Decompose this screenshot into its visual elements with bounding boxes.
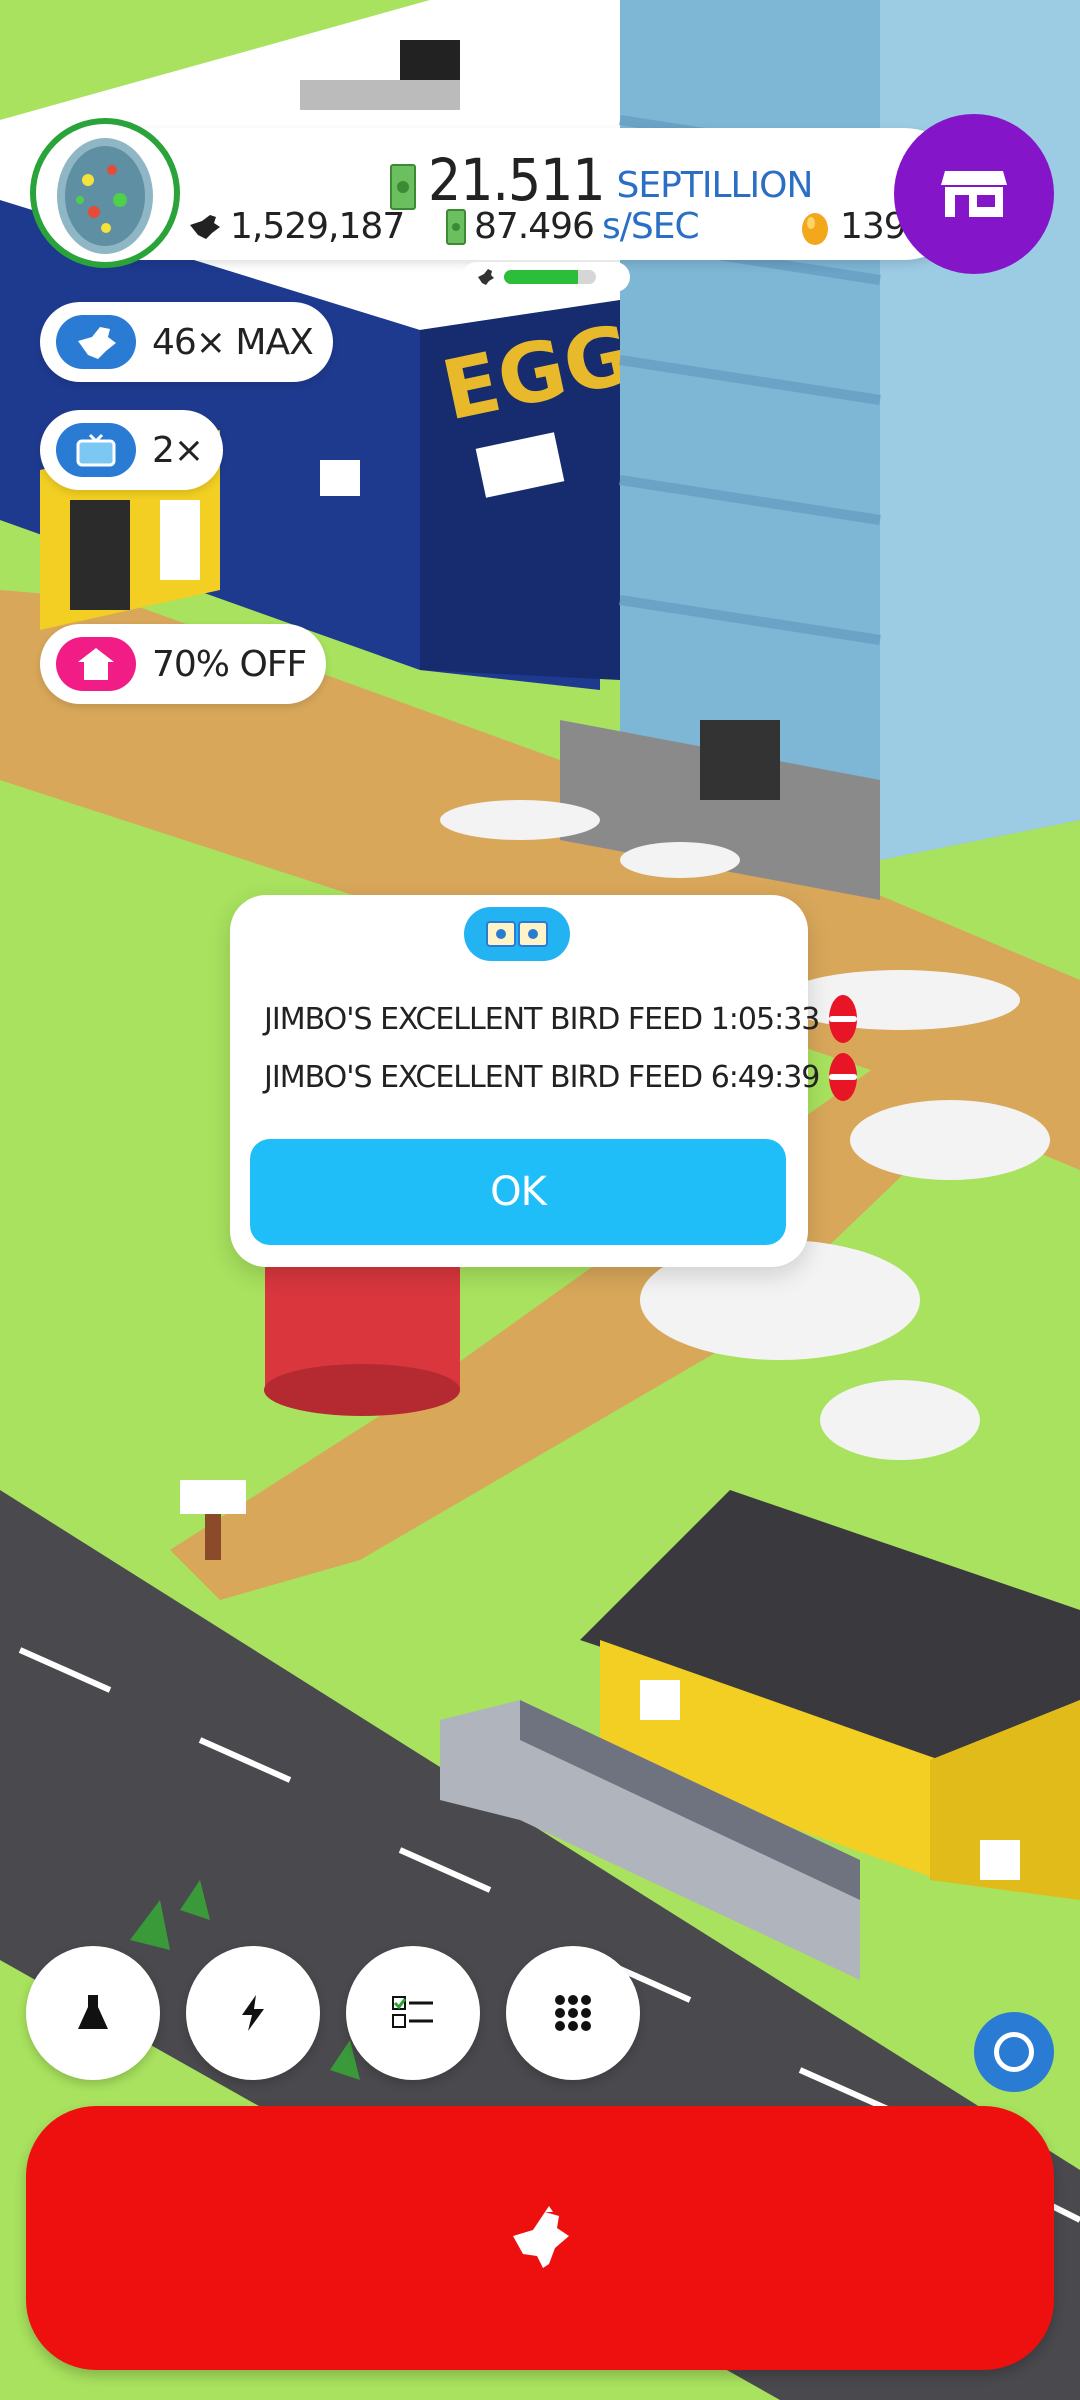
menu-button[interactable] — [506, 1946, 640, 2080]
hab-capacity — [462, 262, 630, 292]
boost-row: JIMBO'S EXCELLENT BIRD FEED 6:49:39 — [254, 1049, 858, 1105]
ok-button[interactable]: OK — [250, 1139, 786, 1245]
tickets-icon — [486, 921, 548, 947]
money-display: 21.511 SEPTILLION — [390, 140, 814, 214]
chicken-icon — [513, 2206, 569, 2268]
shop-button[interactable] — [894, 114, 1054, 274]
chicken-count: 1,529,187 — [186, 206, 405, 247]
chicken-multiplier-pill[interactable]: 46× MAX — [40, 302, 333, 382]
grid-icon — [555, 1995, 591, 2031]
boosts-button[interactable] — [186, 1946, 320, 2080]
egg-icon — [57, 138, 153, 254]
golden-egg-icon — [802, 212, 828, 245]
tv-icon — [76, 433, 116, 467]
discount-pill[interactable]: 70% OFF — [40, 624, 327, 704]
boosts-header-badge — [464, 907, 570, 961]
money-unit: SEPTILLION — [616, 165, 814, 206]
checklist-icon — [392, 1996, 433, 2028]
cash-icon — [446, 208, 466, 245]
discount-badge — [56, 637, 136, 691]
earning-rate-value: 87.496 — [474, 206, 595, 247]
video-multiplier-label: 2× — [152, 429, 204, 471]
boost-label: JIMBO'S EXCELLENT BIRD FEED 1:05:33 — [264, 1001, 820, 1037]
earning-rate-unit: s/SEC — [601, 206, 700, 247]
hab-progress-track — [504, 270, 596, 284]
hatch-chicken-button[interactable] — [26, 2106, 1054, 2370]
chicken-boost-badge — [56, 315, 136, 369]
chicken-multiplier-label: 46× MAX — [152, 321, 314, 363]
money-value: 21.511 — [428, 146, 606, 214]
chicken-icon — [78, 327, 116, 359]
chicken-count-value: 1,529,187 — [230, 206, 405, 247]
camera-toggle-button[interactable] — [974, 2012, 1054, 2092]
golden-eggs: 139 — [800, 206, 907, 247]
video-boost-badge — [56, 423, 136, 477]
house-icon — [78, 648, 114, 680]
video-multiplier-pill[interactable]: 2× — [40, 410, 224, 490]
boost-row: JIMBO'S EXCELLENT BIRD FEED 1:05:33 — [254, 991, 858, 1047]
cash-icon — [390, 164, 416, 210]
active-boosts-dialog: JIMBO'S EXCELLENT BIRD FEED 1:05:33 JIMB… — [230, 895, 858, 1267]
player-avatar[interactable] — [30, 118, 180, 268]
ring-icon — [994, 2032, 1034, 2072]
flask-icon — [78, 1995, 108, 2029]
discount-label: 70% OFF — [152, 643, 307, 685]
hab-progress-fill — [504, 270, 578, 284]
chicken-icon — [478, 269, 494, 285]
earning-rate: 87.496 s/SEC — [446, 206, 700, 247]
chicken-icon — [190, 214, 220, 239]
shop-icon — [941, 171, 1007, 217]
boost-label: JIMBO'S EXCELLENT BIRD FEED 6:49:39 — [264, 1059, 820, 1095]
missions-button[interactable] — [346, 1946, 480, 2080]
minus-icon — [829, 1074, 858, 1080]
lightning-icon — [242, 1995, 264, 2031]
minus-icon — [829, 1016, 858, 1022]
research-button[interactable] — [26, 1946, 160, 2080]
